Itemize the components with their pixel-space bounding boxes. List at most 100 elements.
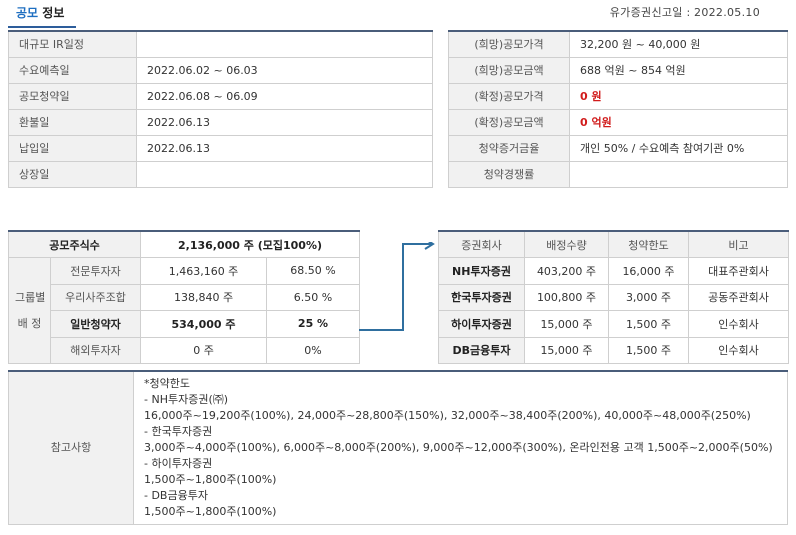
broker-note: 대표주관회사	[688, 257, 789, 285]
pricing-value: 688 억원 ~ 854 억원	[569, 56, 788, 84]
group-allocation-label: 그룹별 배 정	[8, 257, 51, 364]
alloc-row-label: 우리사주조합	[49, 283, 142, 311]
schedule-row: 납입일 2022.06.13	[8, 134, 433, 162]
pricing-label: (확정)공모금액	[448, 108, 570, 136]
schedule-label: 대규모 IR일정	[8, 30, 137, 58]
alloc-row-shares: 1,463,160 주	[140, 257, 268, 285]
schedule-label: 공모청약일	[8, 82, 137, 110]
pricing-label: 청약증거금율	[448, 134, 570, 162]
reference-line: 16,000주~19,200주(100%), 24,000주~28,800주(1…	[144, 409, 751, 422]
schedule-row: 환불일 2022.06.13	[8, 108, 433, 136]
alloc-row-shares: 534,000 주	[140, 310, 268, 338]
pricing-row: (희망)공모가격 32,200 원 ~ 40,000 원	[448, 30, 788, 58]
broker-name: DB금융투자	[438, 336, 525, 364]
allocation-table: 공모주식수 2,136,000 주 (모집100%) 그룹별 배 정 전문투자자…	[7, 230, 361, 364]
page-title-highlight: 공모	[16, 6, 39, 20]
alloc-row-shares: 138,840 주	[140, 283, 268, 311]
schedule-label: 환불일	[8, 108, 137, 136]
alloc-row-pct: 25 %	[266, 310, 361, 338]
alloc-row-shares: 0 주	[140, 336, 268, 364]
schedule-row: 상장일	[8, 160, 433, 188]
broker-row: 한국투자증권 100,800 주 3,000 주 공동주관회사	[438, 283, 789, 311]
broker-limit: 1,500 주	[608, 310, 689, 338]
schedule-row: 공모청약일 2022.06.08 ~ 06.09	[8, 82, 433, 110]
broker-row: NH투자증권 403,200 주 16,000 주 대표주관회사	[438, 257, 789, 285]
reference-line: - DB금융투자	[144, 489, 208, 502]
schedule-value: 2022.06.13	[136, 134, 433, 162]
broker-name: NH투자증권	[438, 257, 525, 285]
schedule-label: 상장일	[8, 160, 137, 188]
pricing-value: 32,200 원 ~ 40,000 원	[569, 30, 788, 58]
report-date-value: 2022.05.10	[694, 6, 760, 19]
schedule-row: 대규모 IR일정	[8, 30, 433, 58]
broker-name: 하이투자증권	[438, 310, 525, 338]
pricing-value	[569, 160, 788, 188]
broker-name: 한국투자증권	[438, 283, 525, 311]
broker-note: 공동주관회사	[688, 283, 789, 311]
page-title: 공모 정보	[16, 4, 64, 21]
broker-qty: 100,800 주	[524, 283, 609, 311]
broker-row: DB금융투자 15,000 주 1,500 주 인수회사	[438, 336, 789, 364]
pricing-row: 청약경쟁률	[448, 160, 788, 188]
broker-qty: 403,200 주	[524, 257, 609, 285]
alloc-row-pct: 68.50 %	[266, 257, 361, 285]
pricing-label: (희망)공모가격	[448, 30, 570, 58]
pricing-label: 청약경쟁률	[448, 160, 570, 188]
schedule-label: 납입일	[8, 134, 137, 162]
schedule-row: 수요예측일 2022.06.02 ~ 06.03	[8, 56, 433, 84]
total-shares-label: 공모주식수	[7, 230, 142, 258]
schedule-value: 2022.06.13	[136, 108, 433, 136]
group-label-line-1: 그룹별	[15, 290, 46, 304]
reference-line: 1,500주~1,800주(100%)	[144, 505, 277, 518]
reference-line: - 한국투자증권	[144, 425, 213, 438]
report-date-label: 유가증권신고일 :	[609, 6, 691, 19]
reference-line: *청약한도	[144, 377, 190, 390]
broker-limit: 16,000 주	[608, 257, 689, 285]
broker-header-company: 증권회사	[438, 230, 525, 258]
reference-line: 1,500주~1,800주(100%)	[144, 473, 277, 486]
alloc-row-label: 일반청약자	[49, 310, 142, 338]
schedule-table: 대규모 IR일정 수요예측일 2022.06.02 ~ 06.03 공모청약일 2022…	[8, 30, 433, 188]
alloc-row-pct: 6.50 %	[266, 283, 361, 311]
schedule-value: 2022.06.02 ~ 06.03	[136, 56, 433, 84]
schedule-label: 수요예측일	[8, 56, 137, 84]
reference-content: *청약한도 - NH투자증권(㈜) 16,000주~19,200주(100%), 2…	[133, 370, 788, 525]
alloc-row-pct: 0%	[266, 336, 361, 364]
broker-qty: 15,000 주	[524, 310, 609, 338]
report-date: 유가증권신고일 : 2022.05.10	[610, 4, 760, 20]
broker-row: 하이투자증권 15,000 주 1,500 주 인수회사	[438, 310, 789, 338]
broker-note: 인수회사	[688, 336, 789, 364]
pricing-table: (희망)공모가격 32,200 원 ~ 40,000 원 (희망)공모금액 688 억…	[448, 30, 788, 188]
broker-limit: 3,000 주	[608, 283, 689, 311]
broker-table: 증권회사 배정수량 청약한도 비고 NH투자증권 403,200 주 16,000 …	[438, 230, 789, 364]
title-underline	[8, 26, 76, 28]
group-label-line-2: 배 정	[17, 316, 42, 330]
pricing-row: (확정)공모가격 0 원	[448, 82, 788, 110]
pricing-value: 0 원	[569, 82, 788, 110]
alloc-row-label: 전문투자자	[49, 257, 142, 285]
schedule-value	[136, 160, 433, 188]
pricing-value: 개인 50% / 수요예측 참여기관 0%	[569, 134, 788, 162]
broker-header-note: 비고	[688, 230, 789, 258]
schedule-value: 2022.06.08 ~ 06.09	[136, 82, 433, 110]
pricing-row: 청약증거금율 개인 50% / 수요예측 참여기관 0%	[448, 134, 788, 162]
broker-note: 인수회사	[688, 310, 789, 338]
broker-qty: 15,000 주	[524, 336, 609, 364]
page-title-rest: 정보	[42, 6, 65, 20]
reference-label: 참고사항	[8, 370, 134, 525]
broker-header-qty: 배정수량	[524, 230, 609, 258]
pricing-value: 0 억원	[569, 108, 788, 136]
pricing-row: (희망)공모금액 688 억원 ~ 854 억원	[448, 56, 788, 84]
schedule-value	[136, 30, 433, 58]
reference-line: - 하이투자증권	[144, 457, 213, 470]
pricing-label: (희망)공모금액	[448, 56, 570, 84]
pricing-row: (확정)공모금액 0 억원	[448, 108, 788, 136]
reference-line: - NH투자증권(㈜)	[144, 393, 229, 406]
broker-header-limit: 청약한도	[608, 230, 689, 258]
pricing-label: (확정)공모가격	[448, 82, 570, 110]
total-shares-value: 2,136,000 주 (모집100%)	[140, 230, 361, 258]
broker-limit: 1,500 주	[608, 336, 689, 364]
reference-line: 3,000주~4,000주(100%), 6,000주~8,000주(200%)…	[144, 441, 773, 454]
connector-arrow-icon	[359, 242, 435, 331]
reference-table: 참고사항 *청약한도 - NH투자증권(㈜) 16,000주~19,200주(100…	[8, 370, 788, 525]
